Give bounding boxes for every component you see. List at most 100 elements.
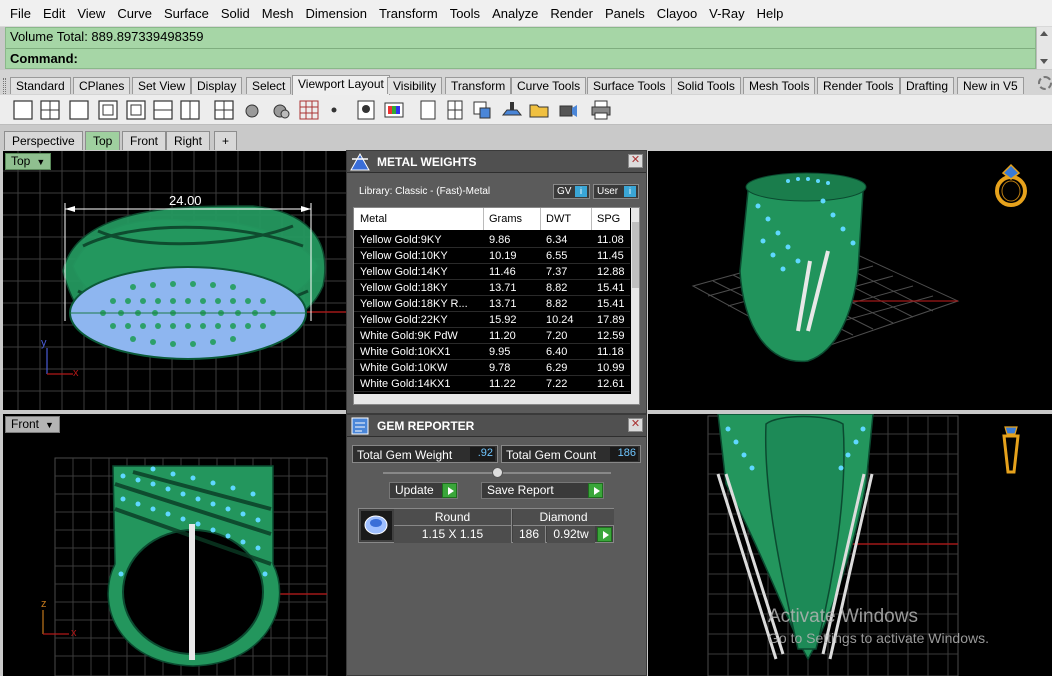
toolbar-tab-set-view[interactable]: Set View [132, 77, 192, 94]
print-icon[interactable] [589, 98, 611, 120]
menu-solid[interactable]: Solid [215, 0, 256, 27]
info-icon[interactable]: i [575, 186, 587, 197]
zoom-extents-icon[interactable] [470, 98, 492, 120]
point-icon[interactable] [322, 98, 344, 120]
menu-clayoo[interactable]: Clayoo [651, 0, 703, 27]
table-row[interactable]: White Gold:10KW 9.78 6.29 10.99 [354, 360, 630, 376]
table-row[interactable]: Yellow Gold:22KY 15.92 10.24 17.89 [354, 312, 630, 328]
scroll-down-icon[interactable] [1040, 59, 1048, 64]
toolbar-tab-new-in-v5[interactable]: New in V5 [957, 77, 1024, 94]
table-row[interactable]: Yellow Gold:9KY 9.86 6.34 11.08 [354, 232, 630, 248]
ground-plane-icon[interactable] [500, 98, 523, 120]
face-icon[interactable] [354, 98, 376, 120]
column-header-dwt[interactable]: DWT [546, 213, 571, 225]
table-row[interactable]: Yellow Gold:10KY 10.19 6.55 11.45 [354, 248, 630, 264]
page-icon[interactable] [416, 98, 438, 120]
save-report-button[interactable]: Save Report [481, 482, 604, 499]
toolbar-tab-select[interactable]: Select [246, 77, 292, 94]
command-scrollbar[interactable] [1036, 27, 1052, 69]
table-row[interactable]: Yellow Gold:18KY R... 13.71 8.82 15.41 [354, 296, 630, 312]
viewport-top[interactable]: Top ▼ 24.00 y x [3, 151, 346, 410]
maximize-viewport-icon[interactable] [67, 98, 89, 120]
user-toggle[interactable]: User i [593, 184, 639, 199]
table-row[interactable]: Yellow Gold:18KY 13.71 8.82 15.41 [354, 280, 630, 296]
new-viewport-icon[interactable] [96, 98, 118, 120]
gold-ring-icon[interactable] [993, 163, 1033, 209]
gem-row[interactable]: Round 1.15 X 1.15 Diamond 186 0.92tw [358, 508, 614, 543]
scroll-up-icon[interactable] [1040, 31, 1048, 36]
metal-weights-titlebar[interactable]: METAL WEIGHTS ✕ [347, 151, 646, 173]
viewport-perspective[interactable] [648, 151, 1052, 410]
column-header-grams[interactable]: Grams [489, 213, 522, 225]
open-folder-icon[interactable] [527, 98, 549, 120]
toolbar-tab-display[interactable]: Display [191, 77, 243, 94]
menu-file[interactable]: File [4, 0, 37, 27]
menu-help[interactable]: Help [751, 0, 790, 27]
dropdown-arrow-icon[interactable]: ▼ [36, 155, 45, 170]
menu-curve[interactable]: Curve [111, 0, 158, 27]
slider-handle[interactable] [492, 467, 503, 478]
viewport-front[interactable]: Front ▼ z x [3, 414, 346, 676]
viewport-tab-right[interactable]: Right [166, 131, 211, 150]
dropdown-arrow-icon[interactable]: ▼ [45, 418, 54, 433]
toolbar-tab-mesh-tools[interactable]: Mesh Tools [743, 77, 816, 94]
single-viewport-icon[interactable] [11, 98, 33, 120]
command-prompt[interactable]: Command: [10, 51, 78, 66]
toolbar-tab-curve-tools[interactable]: Curve Tools [511, 77, 587, 94]
vertical-scrollbar[interactable] [631, 208, 639, 394]
play-icon[interactable] [442, 483, 457, 498]
grid-toggle-icon[interactable] [297, 98, 319, 120]
table-row[interactable]: White Gold:10KX1 9.95 6.40 11.18 [354, 344, 630, 360]
command-area[interactable]: Volume Total: 889.897339498359 Command: [5, 27, 1036, 69]
metal-weights-table[interactable]: Metal Grams DWT SPG Yellow Gold:9KY 9.86 6… [353, 207, 640, 405]
scrollbar-thumb[interactable] [632, 222, 639, 288]
grip-icon[interactable] [3, 78, 6, 94]
split-horizontal-icon[interactable] [151, 98, 173, 120]
column-header-spg[interactable]: SPG [597, 213, 620, 225]
menu-transform[interactable]: Transform [373, 0, 444, 27]
table-row[interactable]: Yellow Gold:14KY 11.46 7.37 12.88 [354, 264, 630, 280]
menu-surface[interactable]: Surface [158, 0, 215, 27]
toolbar-tab-viewport-layout[interactable]: Viewport Layout [292, 75, 390, 96]
toolbar-tab-drafting[interactable]: Drafting [900, 77, 955, 94]
toolbar-tab-cplanes[interactable]: CPlanes [73, 77, 131, 94]
color-display-icon[interactable] [382, 98, 404, 120]
menu-mesh[interactable]: Mesh [256, 0, 300, 27]
two-spheres-icon[interactable] [268, 98, 290, 120]
sphere-render-icon[interactable] [240, 98, 262, 120]
menu-analyze[interactable]: Analyze [486, 0, 544, 27]
menu-edit[interactable]: Edit [37, 0, 71, 27]
toolbar-tab-solid-tools[interactable]: Solid Tools [671, 77, 741, 94]
viewport-tab-add[interactable]: + [214, 131, 238, 150]
toolbar-tab-transform[interactable]: Transform [445, 77, 512, 94]
viewport-grid-icon[interactable] [212, 98, 234, 120]
gold-ring-side-icon[interactable] [1000, 424, 1022, 476]
viewport-tab-front[interactable]: Front [122, 131, 167, 150]
menu-render[interactable]: Render [544, 0, 599, 27]
viewport-front-label[interactable]: Front ▼ [5, 416, 60, 433]
gv-toggle[interactable]: GV i [553, 184, 590, 199]
toolbar-tab-surface-tools[interactable]: Surface Tools [587, 77, 672, 94]
table-row[interactable]: White Gold:14KX1 11.22 7.22 12.61 [354, 376, 630, 392]
menu-view[interactable]: View [71, 0, 111, 27]
viewport-tab-perspective[interactable]: Perspective [4, 131, 83, 150]
info-icon[interactable]: i [624, 186, 636, 197]
play-icon[interactable] [588, 483, 603, 498]
play-icon[interactable] [597, 527, 612, 542]
menu-dimension[interactable]: Dimension [300, 0, 373, 27]
camera-icon[interactable] [556, 98, 578, 120]
gem-reporter-titlebar[interactable]: GEM REPORTER ✕ [347, 415, 646, 437]
floating-viewport-icon[interactable] [124, 98, 146, 120]
close-icon[interactable]: ✕ [628, 418, 643, 432]
layout-icon[interactable] [443, 98, 465, 120]
four-viewports-icon[interactable] [38, 98, 60, 120]
menu-v-ray[interactable]: V-Ray [703, 0, 750, 27]
toolbar-tab-render-tools[interactable]: Render Tools [817, 77, 900, 94]
table-row[interactable]: White Gold:9K PdW 11.20 7.20 12.59 [354, 328, 630, 344]
gear-icon[interactable] [1038, 76, 1052, 90]
menu-panels[interactable]: Panels [599, 0, 651, 27]
column-header-metal[interactable]: Metal [360, 213, 387, 225]
viewport-top-label[interactable]: Top ▼ [5, 153, 52, 170]
menu-tools[interactable]: Tools [444, 0, 486, 27]
toolbar-tab-standard[interactable]: Standard [10, 77, 71, 94]
